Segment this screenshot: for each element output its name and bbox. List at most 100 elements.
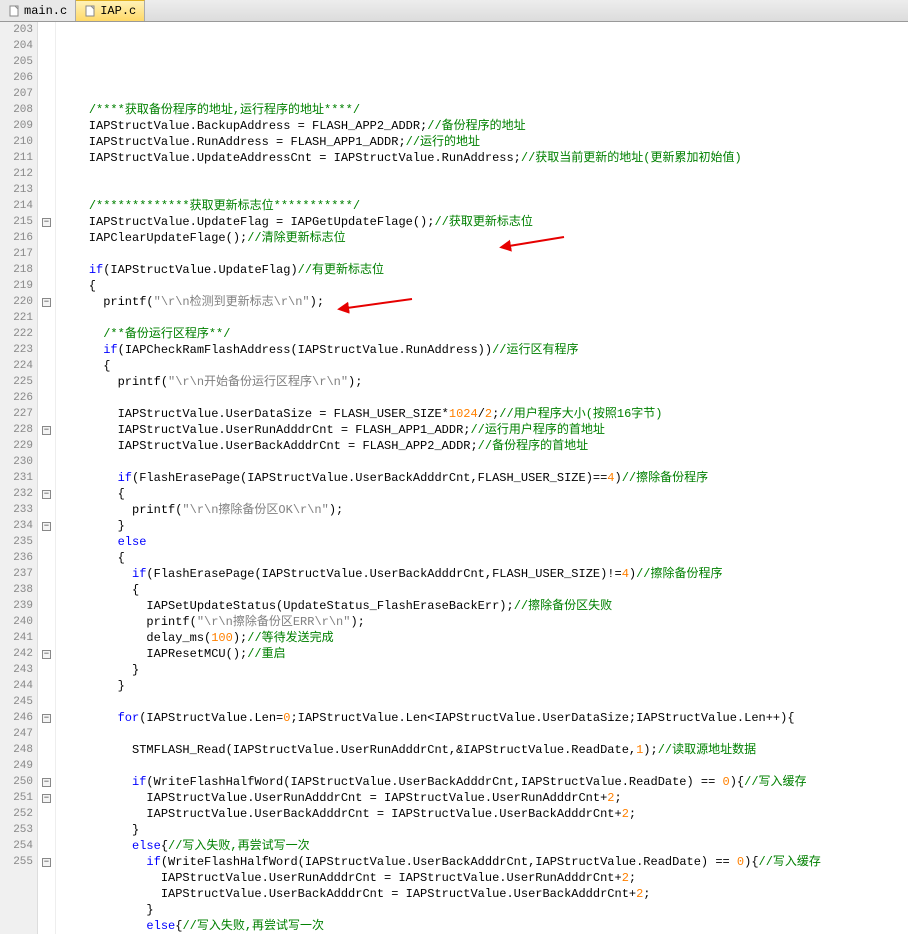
code-line[interactable]: } xyxy=(60,662,908,678)
fold-minus-icon[interactable]: − xyxy=(42,298,51,307)
code-line[interactable]: } xyxy=(60,822,908,838)
code-line[interactable] xyxy=(60,694,908,710)
code-line[interactable]: else xyxy=(60,534,908,550)
fold-cell[interactable]: − xyxy=(38,214,55,230)
code-line[interactable]: /**备份运行区程序**/ xyxy=(60,326,908,342)
code-line[interactable]: IAPStructValue.BackupAddress = FLASH_APP… xyxy=(60,118,908,134)
code-line[interactable]: IAPStructValue.UserBackAdddrCnt = IAPStr… xyxy=(60,886,908,902)
fold-cell[interactable]: − xyxy=(38,790,55,806)
code-line[interactable]: printf("\r\n开始备份运行区程序\r\n"); xyxy=(60,374,908,390)
fold-cell xyxy=(38,246,55,262)
line-number: 222 xyxy=(0,326,33,342)
code-editor[interactable]: 2032042052062072082092102112122132142152… xyxy=(0,22,908,934)
fold-cell xyxy=(38,822,55,838)
fold-minus-icon[interactable]: − xyxy=(42,794,51,803)
fold-cell xyxy=(38,150,55,166)
fold-cell xyxy=(38,262,55,278)
code-line[interactable] xyxy=(60,758,908,774)
code-line[interactable]: STMFLASH_Read(IAPStructValue.UserRunAddd… xyxy=(60,742,908,758)
code-line[interactable]: IAPSetUpdateStatus(UpdateStatus_FlashEra… xyxy=(60,598,908,614)
fold-minus-icon[interactable]: − xyxy=(42,858,51,867)
code-line[interactable] xyxy=(60,390,908,406)
fold-cell[interactable]: − xyxy=(38,710,55,726)
fold-cell xyxy=(38,550,55,566)
code-line[interactable]: if(FlashErasePage(IAPStructValue.UserBac… xyxy=(60,566,908,582)
line-number: 216 xyxy=(0,230,33,246)
line-number: 205 xyxy=(0,54,33,70)
code-line[interactable]: IAPStructValue.UserRunAdddrCnt = IAPStru… xyxy=(60,790,908,806)
code-line[interactable]: IAPStructValue.UpdateAddressCnt = IAPStr… xyxy=(60,150,908,166)
code-line[interactable]: } xyxy=(60,678,908,694)
code-line[interactable]: if(WriteFlashHalfWord(IAPStructValue.Use… xyxy=(60,774,908,790)
tab-main-c[interactable]: main.c xyxy=(0,0,76,21)
fold-minus-icon[interactable]: − xyxy=(42,522,51,531)
fold-minus-icon[interactable]: − xyxy=(42,778,51,787)
code-line[interactable]: printf("\r\n擦除备份区ERR\r\n"); xyxy=(60,614,908,630)
fold-cell[interactable]: − xyxy=(38,294,55,310)
fold-cell[interactable]: − xyxy=(38,646,55,662)
code-line[interactable]: { xyxy=(60,550,908,566)
code-line[interactable] xyxy=(60,182,908,198)
fold-cell[interactable]: − xyxy=(38,774,55,790)
line-number: 246 xyxy=(0,710,33,726)
line-number: 227 xyxy=(0,406,33,422)
fold-cell[interactable]: − xyxy=(38,422,55,438)
code-line[interactable]: IAPStructValue.UserRunAdddrCnt = IAPStru… xyxy=(60,870,908,886)
fold-cell xyxy=(38,358,55,374)
code-line[interactable]: } xyxy=(60,518,908,534)
line-number: 220 xyxy=(0,294,33,310)
line-number: 229 xyxy=(0,438,33,454)
tab-label: IAP.c xyxy=(100,4,136,18)
code-line[interactable]: if(WriteFlashHalfWord(IAPStructValue.Use… xyxy=(60,854,908,870)
code-line[interactable]: if(IAPCheckRamFlashAddress(IAPStructValu… xyxy=(60,342,908,358)
code-line[interactable]: printf("\r\n检测到更新标志\r\n"); xyxy=(60,294,908,310)
line-number: 230 xyxy=(0,454,33,470)
line-number: 237 xyxy=(0,566,33,582)
code-line[interactable]: /****获取备份程序的地址,运行程序的地址****/ xyxy=(60,102,908,118)
fold-cell xyxy=(38,678,55,694)
code-line[interactable]: } xyxy=(60,902,908,918)
code-line[interactable]: IAPStructValue.RunAddress = FLASH_APP1_A… xyxy=(60,134,908,150)
code-line[interactable]: if(FlashErasePage(IAPStructValue.UserBac… xyxy=(60,470,908,486)
code-line[interactable]: printf("\r\n擦除备份区OK\r\n"); xyxy=(60,502,908,518)
annotation-arrow xyxy=(461,217,564,233)
code-line[interactable] xyxy=(60,166,908,182)
code-line[interactable]: { xyxy=(60,582,908,598)
code-line[interactable]: IAPStructValue.UserRunAdddrCnt = FLASH_A… xyxy=(60,422,908,438)
code-line[interactable]: delay_ms(100);//等待发送完成 xyxy=(60,630,908,646)
fold-cell xyxy=(38,598,55,614)
fold-minus-icon[interactable]: − xyxy=(42,714,51,723)
line-number: 215 xyxy=(0,214,33,230)
line-number: 218 xyxy=(0,262,33,278)
fold-cell[interactable]: − xyxy=(38,518,55,534)
line-number: 233 xyxy=(0,502,33,518)
fold-cell[interactable]: − xyxy=(38,854,55,870)
fold-minus-icon[interactable]: − xyxy=(42,426,51,435)
fold-minus-icon[interactable]: − xyxy=(42,218,51,227)
code-line[interactable]: IAPStructValue.UserDataSize = FLASH_USER… xyxy=(60,406,908,422)
code-line[interactable] xyxy=(60,726,908,742)
tab-iap-c[interactable]: IAP.c xyxy=(76,0,145,21)
fold-cell xyxy=(38,326,55,342)
fold-cell[interactable]: − xyxy=(38,486,55,502)
code-line[interactable]: IAPStructValue.UserBackAdddrCnt = IAPStr… xyxy=(60,806,908,822)
code-line[interactable]: for(IAPStructValue.Len=0;IAPStructValue.… xyxy=(60,710,908,726)
code-line[interactable]: IAPStructValue.UserBackAdddrCnt = FLASH_… xyxy=(60,438,908,454)
code-area[interactable]: /****获取备份程序的地址,运行程序的地址****/ IAPStructVal… xyxy=(56,22,908,934)
fold-minus-icon[interactable]: − xyxy=(42,490,51,499)
line-number: 204 xyxy=(0,38,33,54)
code-line[interactable]: { xyxy=(60,278,908,294)
code-line[interactable] xyxy=(60,310,908,326)
code-line[interactable]: /*************获取更新标志位***********/ xyxy=(60,198,908,214)
code-line[interactable]: { xyxy=(60,358,908,374)
code-line[interactable] xyxy=(60,86,908,102)
fold-minus-icon[interactable]: − xyxy=(42,650,51,659)
line-number: 211 xyxy=(0,150,33,166)
code-line[interactable] xyxy=(60,454,908,470)
fold-cell xyxy=(38,582,55,598)
code-line[interactable]: { xyxy=(60,486,908,502)
code-line[interactable]: else{//写入失败,再尝试写一次 xyxy=(60,918,908,934)
code-line[interactable]: IAPResetMCU();//重启 xyxy=(60,646,908,662)
fold-cell xyxy=(38,118,55,134)
code-line[interactable]: else{//写入失败,再尝试写一次 xyxy=(60,838,908,854)
